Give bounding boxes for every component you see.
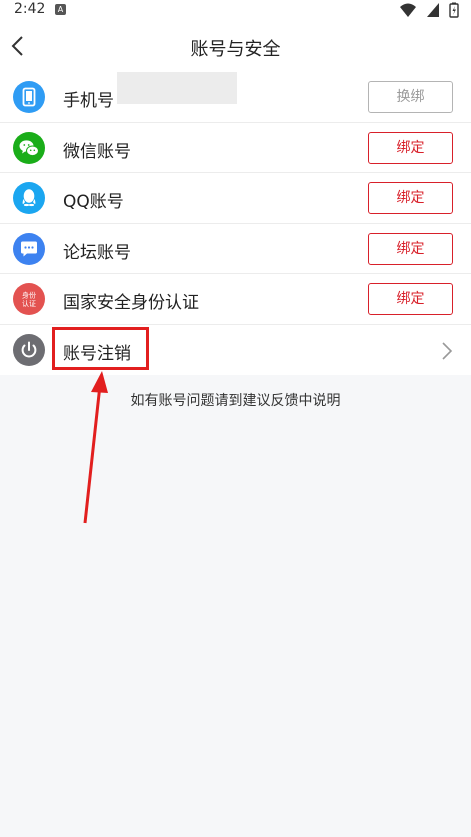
annotation-highlight-box — [52, 327, 149, 370]
page-title: 账号与安全 — [190, 39, 281, 60]
status-icons — [399, 2, 459, 18]
bind-qq-button[interactable]: 绑定 — [368, 182, 453, 214]
qq-row[interactable]: QQ账号 绑定 — [0, 173, 471, 224]
power-icon — [13, 333, 45, 366]
hint-text: 如有账号问题请到建议反馈中说明 — [130, 393, 341, 409]
identity-row[interactable]: 身份 认证 国家安全身份认证 绑定 — [0, 274, 471, 325]
rebind-phone-button[interactable]: 换绑 — [368, 81, 453, 113]
status-bar: 2:42 A — [0, 0, 471, 20]
qq-icon — [13, 182, 45, 214]
phone-icon — [13, 81, 45, 113]
status-time: 2:42 — [14, 1, 46, 17]
forum-chat-icon — [13, 232, 45, 265]
identity-icon-text-2: 认证 — [22, 299, 36, 308]
battery-icon — [449, 2, 459, 18]
identity-label: 国家安全身份认证 — [63, 293, 199, 313]
phone-row[interactable]: 手机号 换绑 — [0, 72, 471, 123]
wechat-row[interactable]: 微信账号 绑定 — [0, 122, 471, 173]
bind-identity-button[interactable]: 绑定 — [368, 283, 453, 315]
signal-icon — [426, 3, 439, 17]
wifi-icon — [399, 3, 416, 17]
identity-auth-icon: 身份 认证 — [13, 283, 45, 315]
header-bar: 账号与安全 — [0, 20, 471, 72]
notification-icon: A — [55, 4, 66, 15]
forum-row[interactable]: 论坛账号 绑定 — [0, 223, 471, 274]
wechat-icon — [13, 131, 45, 164]
phone-number-mask — [117, 72, 237, 104]
bind-forum-button[interactable]: 绑定 — [368, 232, 453, 265]
qq-label: QQ账号 — [63, 192, 124, 212]
identity-icon-text-1: 身份 — [22, 291, 36, 300]
chevron-right-icon — [442, 341, 453, 360]
bind-wechat-button[interactable]: 绑定 — [368, 131, 453, 164]
wechat-label: 微信账号 — [63, 141, 131, 162]
phone-label: 手机号 — [63, 91, 114, 111]
forum-label: 论坛账号 — [63, 242, 131, 263]
